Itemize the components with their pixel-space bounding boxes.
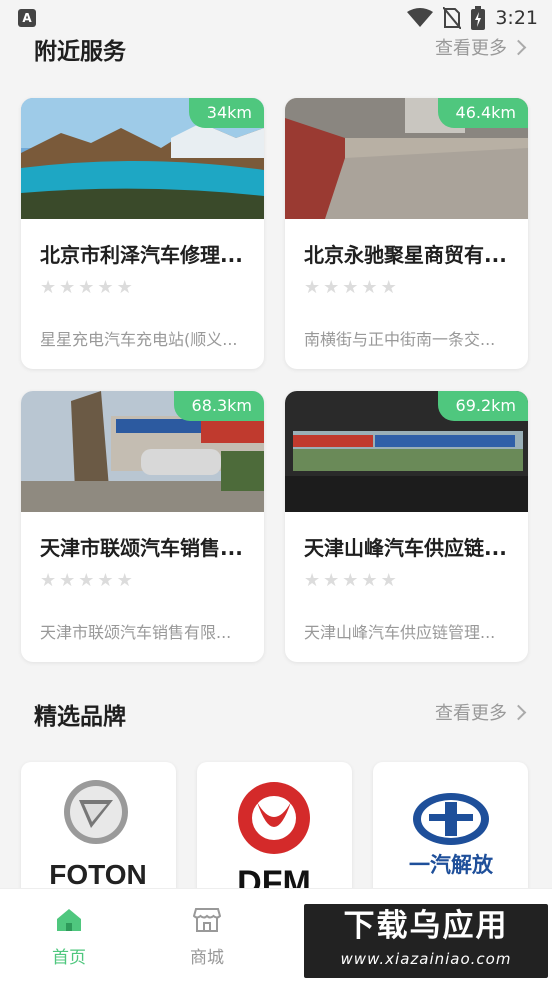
star-icon: ★ <box>59 277 76 298</box>
faw-logo: 一汽解放 <box>409 793 494 877</box>
tab-label: 商城 <box>190 948 224 968</box>
chevron-right-icon <box>510 704 527 720</box>
star-icon: ★ <box>304 277 321 298</box>
distance-badge: 69.2km <box>437 391 528 421</box>
star-icon: ★ <box>78 277 95 298</box>
service-card[interactable]: 46.4km 北京永驰聚星商贸有... ★ ★ ★ ★ ★ 南横街与正中街南一条交... <box>285 98 528 369</box>
nearby-section-title: 附近服务 <box>34 39 126 65</box>
service-card[interactable]: 34km 北京市利泽汽车修理... ★ ★ ★ ★ ★ 星星充电汽车充电站(顺义... <box>21 98 264 369</box>
service-card[interactable]: 68.3km 天津市联颂汽车销售... ★ ★ ★ ★ ★ 天津市联颂汽车销售有限... <box>21 391 264 662</box>
star-icon: ★ <box>97 570 114 591</box>
distance-badge: 34km <box>188 98 264 128</box>
star-icon: ★ <box>116 277 133 298</box>
tab-mall[interactable]: 商城 <box>167 905 247 968</box>
watermark: 下载乌应用 www.xiazainiao.com <box>304 904 548 978</box>
service-address: 天津市联颂汽车销售有限... <box>40 623 232 642</box>
star-icon: ★ <box>323 277 340 298</box>
star-icon: ★ <box>323 570 340 591</box>
brands-section-title: 精选品牌 <box>34 704 126 730</box>
tab-home[interactable]: 首页 <box>29 905 109 968</box>
star-icon: ★ <box>380 277 397 298</box>
brand-card-faw[interactable]: 一汽解放 <box>373 762 528 902</box>
star-icon: ★ <box>97 277 114 298</box>
star-icon: ★ <box>342 570 359 591</box>
distance-badge: 68.3km <box>173 391 264 421</box>
distance-badge: 46.4km <box>437 98 528 128</box>
service-name: 北京永驰聚星商贸有... <box>304 243 507 267</box>
star-icon: ★ <box>116 570 133 591</box>
service-address: 南横街与正中街南一条交... <box>304 330 496 349</box>
star-icon: ★ <box>380 570 397 591</box>
service-name: 天津市联颂汽车销售... <box>40 536 243 560</box>
home-icon <box>57 909 81 931</box>
foton-logo: FOTON <box>49 780 147 890</box>
app-notification-icon: A <box>18 9 36 27</box>
service-card[interactable]: 69.2km 天津山峰汽车供应链... ★ ★ ★ ★ ★ 天津山峰汽车供应链管理... <box>285 391 528 662</box>
star-icon: ★ <box>361 570 378 591</box>
service-address: 天津山峰汽车供应链管理... <box>304 623 496 642</box>
star-icon: ★ <box>342 277 359 298</box>
star-rating: ★ ★ ★ ★ ★ <box>40 572 133 590</box>
star-rating: ★ ★ ★ ★ ★ <box>304 572 397 590</box>
star-rating: ★ ★ ★ ★ ★ <box>304 279 397 297</box>
chevron-right-icon <box>510 39 527 55</box>
star-icon: ★ <box>40 277 57 298</box>
star-icon: ★ <box>361 277 378 298</box>
service-name: 天津山峰汽车供应链... <box>304 536 507 560</box>
see-more-label: 查看更多 <box>435 38 507 59</box>
tab-label: 首页 <box>52 948 86 968</box>
service-name: 北京市利泽汽车修理... <box>40 243 243 267</box>
star-icon: ★ <box>304 570 321 591</box>
brand-card-foton[interactable]: FOTON <box>21 762 176 902</box>
battery-charging-icon <box>471 6 486 30</box>
brand-name: 一汽解放 <box>409 853 494 877</box>
brands-see-more-link[interactable]: 查看更多 <box>435 699 527 725</box>
nearby-see-more-link[interactable]: 查看更多 <box>435 34 527 60</box>
see-more-label: 查看更多 <box>435 703 507 724</box>
wifi-icon <box>407 8 434 27</box>
brands-section-header: 精选品牌 查看更多 <box>0 693 552 733</box>
clock: 3:21 <box>495 7 538 29</box>
watermark-url: www.xiazainiao.com <box>340 950 512 968</box>
service-address: 星星充电汽车充电站(顺义... <box>40 330 238 349</box>
dfm-logo: DFM <box>237 782 311 902</box>
nearby-section-header: 附近服务 查看更多 <box>0 28 552 68</box>
star-icon: ★ <box>78 570 95 591</box>
brand-name: FOTON <box>49 859 146 890</box>
star-icon: ★ <box>40 570 57 591</box>
watermark-title: 下载乌应用 <box>343 908 509 944</box>
store-icon <box>192 908 222 932</box>
star-icon: ★ <box>59 570 76 591</box>
brand-card-dfm[interactable]: DFM <box>197 762 352 902</box>
star-rating: ★ ★ ★ ★ ★ <box>40 279 133 297</box>
no-sim-icon <box>443 7 462 29</box>
